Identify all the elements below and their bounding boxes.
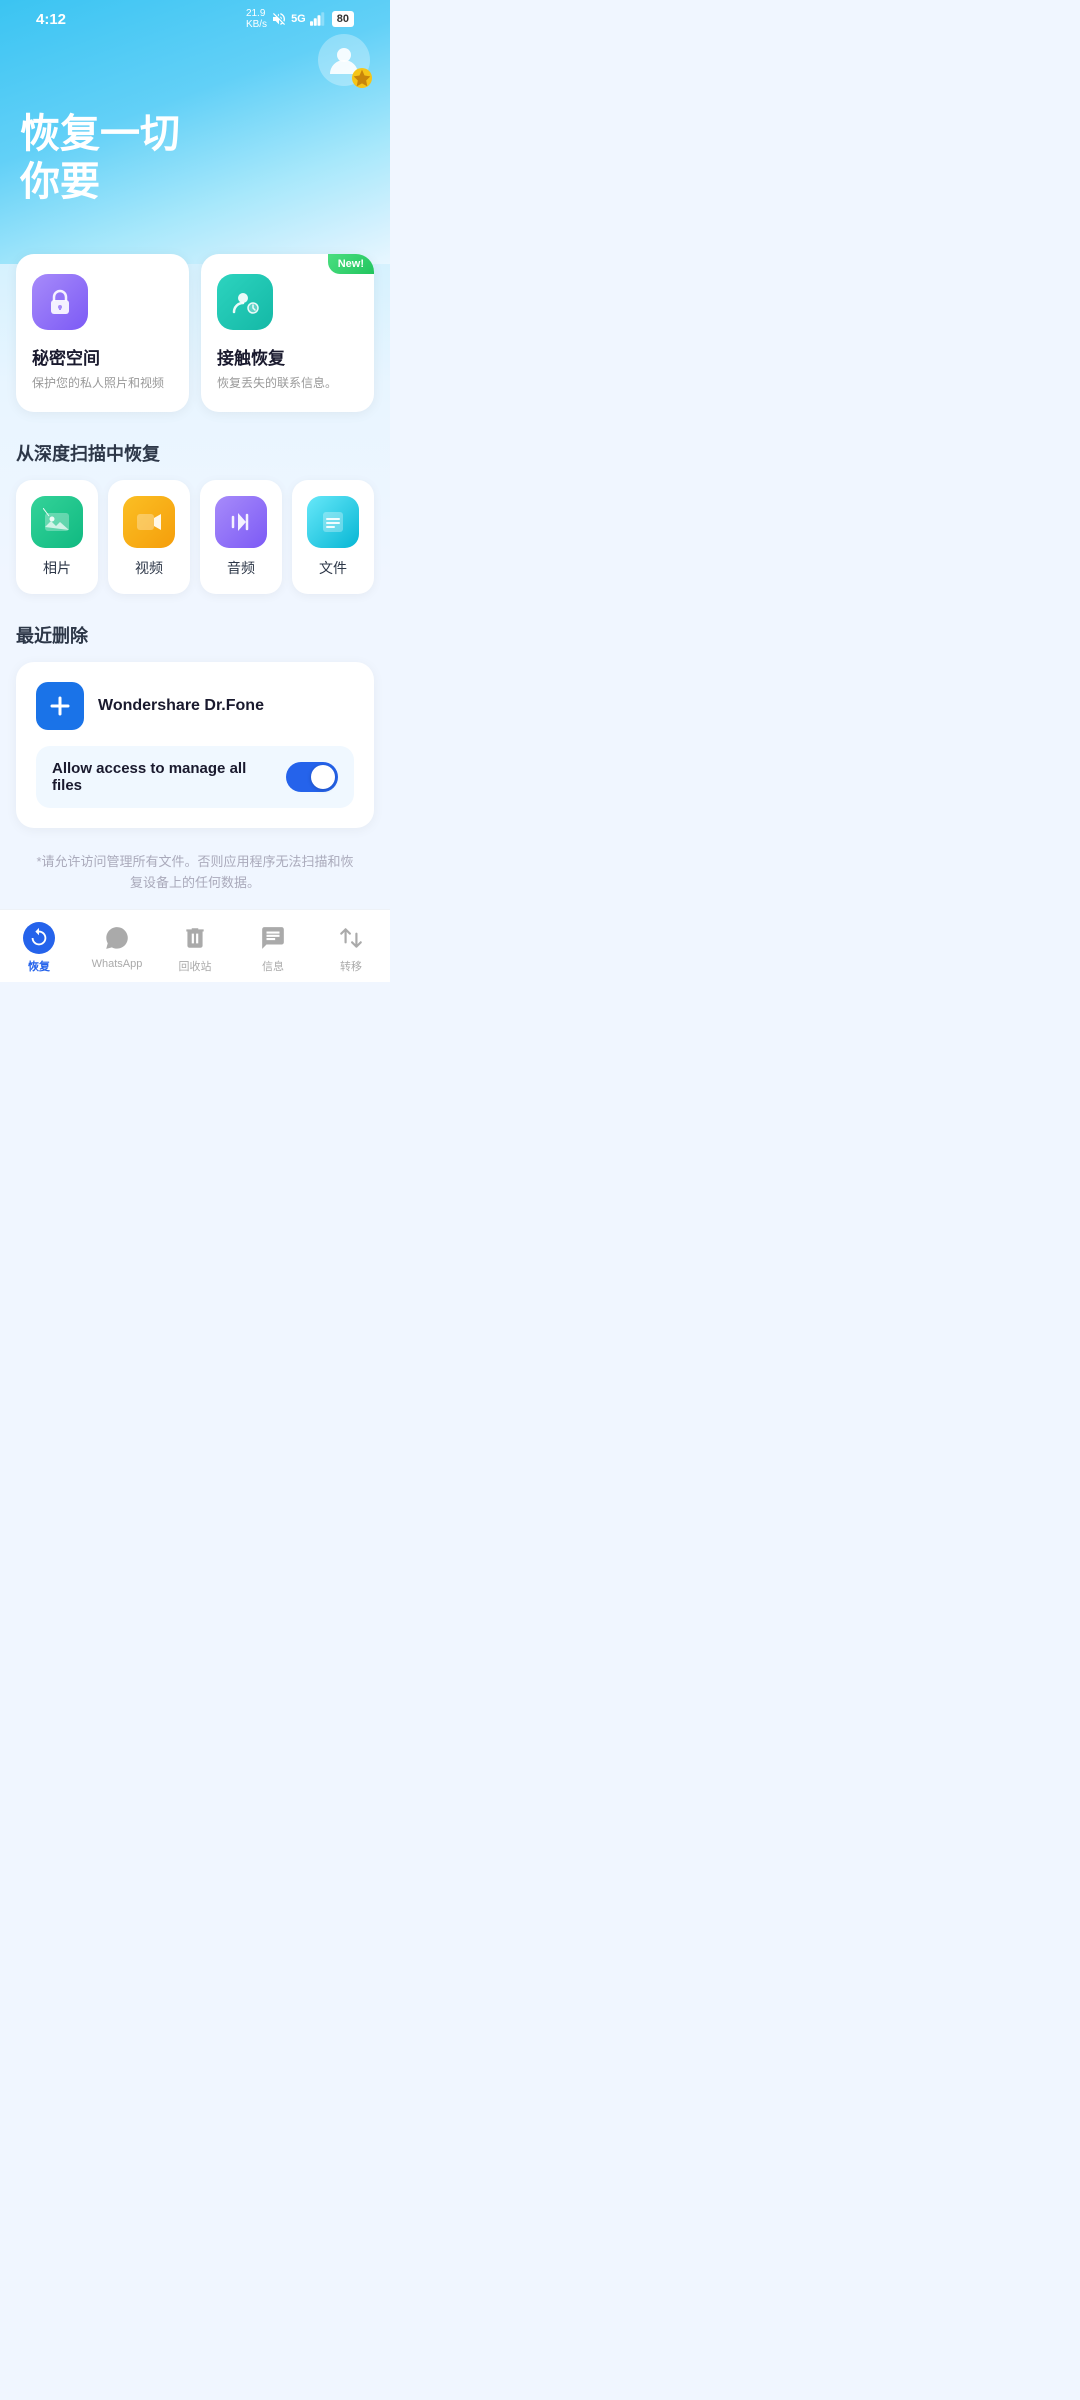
permission-toggle[interactable]: [286, 762, 338, 792]
contact-restore-title: 接触恢复: [217, 344, 358, 369]
contact-icon-wrap: [217, 274, 273, 330]
app-row: Wondershare Dr.Fone: [36, 682, 354, 730]
message-nav-icon: [257, 922, 289, 954]
secret-space-desc: 保护您的私人照片和视频: [32, 375, 173, 392]
message-icon: [260, 925, 286, 951]
video-icon: [135, 508, 163, 536]
nav-item-whatsapp[interactable]: WhatsApp: [78, 918, 156, 974]
scan-item-file[interactable]: 文件: [292, 480, 374, 594]
lock-icon: [44, 286, 76, 318]
restore-icon: [28, 927, 50, 949]
signal-bars-icon: [310, 12, 328, 26]
contact-icon: [229, 286, 261, 318]
secret-space-card[interactable]: 秘密空间 保护您的私人照片和视频: [16, 254, 189, 412]
photo-icon: [43, 508, 71, 536]
hero-title: 恢复一切你要: [20, 110, 370, 206]
app-name: Wondershare Dr.Fone: [98, 697, 264, 715]
star-icon: [352, 60, 372, 96]
nav-item-restore[interactable]: 恢复: [0, 918, 78, 978]
audio-icon: [227, 508, 255, 536]
mute-icon: [271, 11, 287, 27]
lock-icon-wrap: [32, 274, 88, 330]
status-time: 4:12: [36, 11, 66, 28]
permission-row: Allow access to manage all files: [36, 746, 354, 808]
video-icon-wrap: [123, 496, 175, 548]
signal-icon: 5G: [291, 13, 306, 25]
toggle-knob: [311, 765, 335, 789]
nav-item-transfer[interactable]: 转移: [312, 918, 390, 978]
recycle-nav-icon: [179, 922, 211, 954]
recycle-nav-label: 回收站: [179, 958, 212, 974]
footnote-text: *请允许访问管理所有文件。否则应用程序无法扫描和恢复设备上的任何数据。: [16, 844, 374, 910]
scan-label-photo: 相片: [43, 558, 71, 578]
file-icon: [319, 508, 347, 536]
scan-grid: 相片 视频 音频: [16, 480, 374, 594]
transfer-icon: [338, 925, 364, 951]
status-bar: 4:12 21.9KB/s 5G 80: [20, 0, 370, 34]
scan-label-audio: 音频: [227, 558, 255, 578]
audio-icon-wrap: [215, 496, 267, 548]
recent-section-title: 最近删除: [16, 622, 374, 648]
drfone-logo-icon: [45, 691, 75, 721]
battery-indicator: 80: [332, 11, 354, 27]
new-badge: New!: [328, 254, 374, 274]
whatsapp-icon: [104, 925, 130, 951]
user-avatar[interactable]: [318, 34, 370, 86]
feature-cards: 秘密空间 保护您的私人照片和视频 New! 接触恢复 恢复丢失的联系信息。: [16, 254, 374, 412]
recent-deleted-card: Wondershare Dr.Fone Allow access to mana…: [16, 662, 374, 828]
secret-space-title: 秘密空间: [32, 344, 173, 369]
status-icons: 21.9KB/s 5G 80: [246, 8, 354, 30]
contact-restore-desc: 恢复丢失的联系信息。: [217, 375, 358, 392]
nav-item-recycle[interactable]: 回收站: [156, 918, 234, 978]
scan-item-video[interactable]: 视频: [108, 480, 190, 594]
scan-item-photo[interactable]: 相片: [16, 480, 98, 594]
app-logo: [36, 682, 84, 730]
nav-item-message[interactable]: 信息: [234, 918, 312, 978]
transfer-nav-icon: [335, 922, 367, 954]
scan-item-audio[interactable]: 音频: [200, 480, 282, 594]
message-nav-label: 信息: [262, 958, 284, 974]
avatar-badge: [352, 68, 372, 88]
scan-section-title: 从深度扫描中恢复: [16, 440, 374, 466]
network-speed-icon: 21.9KB/s: [246, 8, 267, 30]
scan-label-file: 文件: [319, 558, 347, 578]
photo-icon-wrap: [31, 496, 83, 548]
whatsapp-nav-label: WhatsApp: [92, 958, 143, 970]
whatsapp-nav-icon: [101, 922, 133, 954]
recycle-icon: [182, 925, 208, 951]
restore-nav-label: 恢复: [28, 958, 50, 974]
header-top: [20, 34, 370, 86]
bottom-nav: 恢复 WhatsApp 回收站 信息: [0, 909, 390, 982]
transfer-nav-label: 转移: [340, 958, 362, 974]
scan-label-video: 视频: [135, 558, 163, 578]
file-icon-wrap: [307, 496, 359, 548]
permission-label: Allow access to manage all files: [52, 760, 274, 794]
restore-nav-icon: [23, 922, 55, 954]
contact-restore-card[interactable]: New! 接触恢复 恢复丢失的联系信息。: [201, 254, 374, 412]
